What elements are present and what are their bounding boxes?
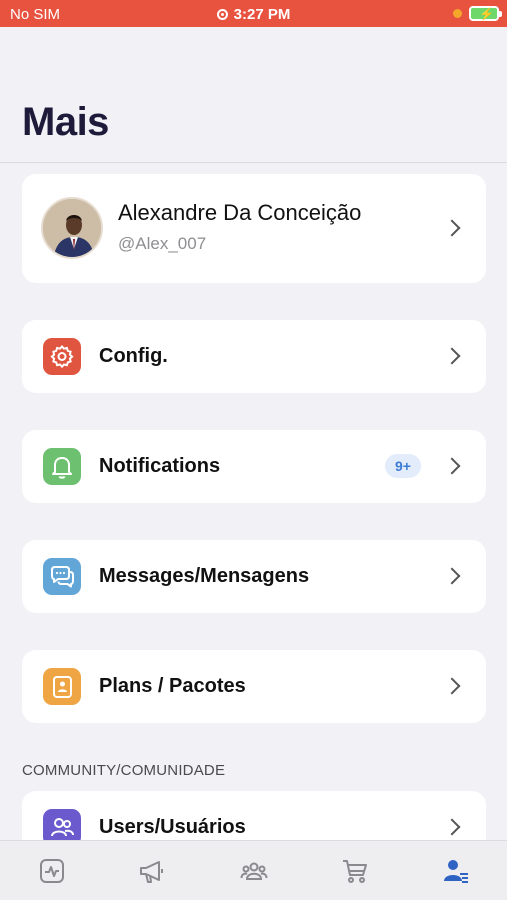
menu-item-label: Config. xyxy=(99,345,168,367)
menu-item-messages[interactable]: Messages/Mensagens xyxy=(22,540,486,613)
menu-item-label: Plans / Pacotes xyxy=(99,675,246,697)
chevron-right-icon xyxy=(443,818,461,836)
chevron-right-icon xyxy=(443,347,461,365)
tab-cart[interactable] xyxy=(341,857,369,885)
group-icon xyxy=(240,862,268,880)
notification-count-badge: 9+ xyxy=(385,454,421,478)
chat-icon xyxy=(43,558,81,595)
profile-card[interactable]: Alexandre Da Conceição @Alex_007 xyxy=(22,174,486,283)
status-bar: No SIM 3:27 PM ⚡ xyxy=(0,0,507,27)
id-card-icon xyxy=(43,668,81,705)
status-time: 3:27 PM xyxy=(233,6,291,23)
profile-list-icon xyxy=(444,860,468,883)
tab-activity[interactable] xyxy=(38,857,66,885)
cart-icon xyxy=(343,860,367,883)
chevron-right-icon xyxy=(443,219,461,237)
chevron-right-icon xyxy=(443,677,461,695)
bell-icon xyxy=(43,448,81,485)
page-title: Mais xyxy=(22,100,109,144)
tab-announcements[interactable] xyxy=(138,857,166,885)
menu-item-plans[interactable]: Plans / Pacotes xyxy=(22,650,486,723)
megaphone-icon xyxy=(140,861,163,883)
tab-more[interactable] xyxy=(442,857,470,885)
battery-charging-icon: ⚡ xyxy=(469,6,502,21)
section-header-community: COMMUNITY/COMUNIDADE xyxy=(22,762,226,779)
menu-item-label: Notifications xyxy=(99,455,221,477)
menu-item-notifications[interactable]: Notifications 9+ xyxy=(22,430,486,503)
tab-community[interactable] xyxy=(240,857,268,885)
header-divider xyxy=(0,162,507,163)
menu-item-label: Messages/Mensagens xyxy=(99,565,310,587)
chevron-right-icon xyxy=(443,457,461,475)
alarm-icon xyxy=(216,9,228,20)
profile-handle: @Alex_007 xyxy=(118,234,207,253)
menu-item-label: Users/Usuários xyxy=(99,816,246,838)
gear-icon xyxy=(43,338,81,375)
recording-dot-icon xyxy=(453,9,462,18)
avatar xyxy=(41,197,103,259)
tab-bar xyxy=(0,840,507,900)
profile-name: Alexandre Da Conceição xyxy=(118,200,362,225)
chevron-right-icon xyxy=(443,567,461,585)
menu-item-config[interactable]: Config. xyxy=(22,320,486,393)
activity-icon xyxy=(40,859,64,883)
